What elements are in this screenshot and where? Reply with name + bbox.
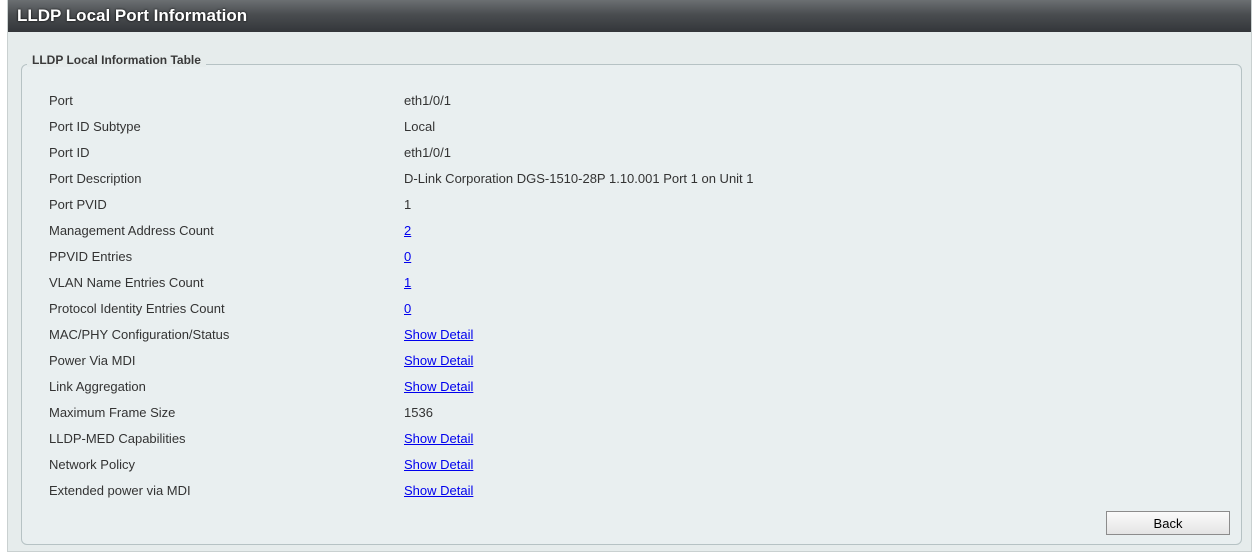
row-value: D-Link Corporation DGS-1510-28P 1.10.001… (404, 171, 754, 186)
page-panel: LLDP Local Port Information LLDP Local I… (7, 0, 1252, 552)
row-label: Link Aggregation (49, 379, 146, 394)
row-value-link[interactable]: Show Detail (404, 325, 473, 345)
row-value-link[interactable]: 2 (404, 221, 411, 241)
row-label: Maximum Frame Size (49, 405, 176, 420)
row-label: Network Policy (49, 457, 135, 472)
back-button[interactable]: Back (1106, 511, 1230, 535)
row-value-link[interactable]: 1 (404, 273, 411, 293)
row-label: Port Description (49, 171, 142, 186)
row-value: Local (404, 119, 436, 134)
title-bar: LLDP Local Port Information (8, 0, 1251, 32)
row-value-link[interactable]: Show Detail (404, 351, 473, 371)
row-label: Port PVID (49, 197, 107, 212)
row-label: Power Via MDI (49, 353, 136, 368)
row-label: PPVID Entries (49, 249, 133, 264)
row-label: VLAN Name Entries Count (49, 275, 204, 290)
row-label: MAC/PHY Configuration/Status (49, 327, 230, 342)
row-label: Port ID Subtype (49, 119, 141, 134)
row-value-link[interactable]: Show Detail (404, 429, 473, 449)
row-value-link[interactable]: Show Detail (404, 481, 473, 501)
row-value-link[interactable]: Show Detail (404, 455, 473, 475)
row-value: eth1/0/1 (404, 93, 451, 108)
row-label: Management Address Count (49, 223, 214, 238)
row-value: 1536 (404, 405, 433, 420)
page-title: LLDP Local Port Information (17, 6, 248, 25)
row-label: Extended power via MDI (49, 483, 191, 498)
row-label: LLDP-MED Capabilities (49, 431, 186, 446)
row-value-link[interactable]: 0 (404, 247, 411, 267)
table-legend: LLDP Local Information Table (27, 53, 206, 67)
row-label: Port (49, 93, 73, 108)
row-value: 1 (404, 197, 412, 212)
row-label: Protocol Identity Entries Count (49, 301, 225, 316)
row-value-link[interactable]: 0 (404, 299, 411, 319)
row-label: Port ID (49, 145, 90, 160)
row-value-link[interactable]: Show Detail (404, 377, 473, 397)
row-value: eth1/0/1 (404, 145, 451, 160)
